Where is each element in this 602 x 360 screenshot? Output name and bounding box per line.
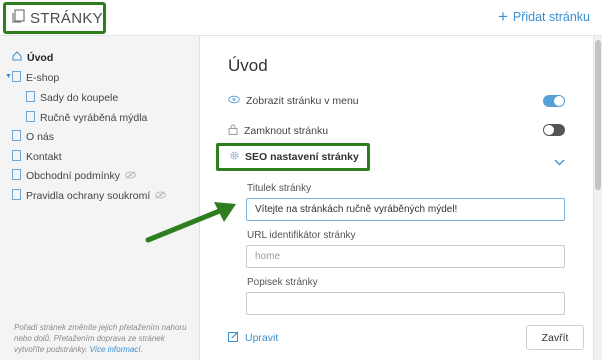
page-icon: [26, 111, 35, 125]
page-icon: [12, 150, 21, 164]
sidebar-hint: Pořadí stránek změníte jejich přetažením…: [14, 322, 194, 355]
close-button[interactable]: Zavřít: [526, 325, 584, 350]
sidebar-item-eshop[interactable]: E-shop: [12, 71, 59, 85]
add-page-label: Přidat stránku: [512, 10, 590, 24]
sidebar-item-label: Sady do koupele: [40, 92, 119, 104]
scrollbar[interactable]: [593, 36, 602, 360]
add-page-button[interactable]: + Přidat stránku: [497, 7, 590, 26]
lock-row: Zamknout stránku: [228, 124, 328, 138]
sidebar-item-kontakt[interactable]: Kontakt: [12, 150, 62, 164]
page-title-field[interactable]: Vítejte na stránkách ručně vyráběných mý…: [246, 198, 565, 221]
edit-icon: [228, 331, 239, 345]
gear-icon: [229, 150, 240, 164]
close-label: Zavřít: [541, 331, 569, 344]
annotation-arrow: [145, 202, 236, 243]
url-field[interactable]: home: [246, 245, 565, 268]
lock-icon: [228, 124, 238, 138]
chevron-down-icon[interactable]: [554, 153, 565, 171]
page-icon: [12, 71, 21, 85]
sidebar-item-mydla[interactable]: Ručně vyráběná mýdla: [26, 111, 147, 125]
edit-button[interactable]: Upravit: [228, 331, 278, 345]
sidebar-item-label: Pravidla ochrany soukromí: [26, 190, 151, 202]
description-field-label: Popisek stránky: [247, 277, 318, 288]
plus-icon: +: [497, 7, 508, 26]
page-title-header: STRÁNKY: [30, 9, 103, 27]
show-in-menu-label: Zobrazit stránku v menu: [246, 95, 359, 107]
show-in-menu-row: Zobrazit stránku v menu: [228, 95, 359, 107]
caret-down-icon[interactable]: ▼: [5, 73, 12, 80]
sidebar-item-label: Obchodní podmínky: [26, 170, 120, 182]
url-placeholder: home: [255, 251, 281, 262]
sidebar-item-label: Úvod: [27, 51, 54, 64]
sidebar-item-sady[interactable]: Sady do koupele: [26, 91, 118, 105]
lock-toggle[interactable]: [543, 124, 565, 136]
scroll-thumb[interactable]: [595, 40, 601, 190]
sidebar-item-uvod[interactable]: Úvod: [12, 51, 53, 64]
pages-icon: [12, 8, 25, 28]
sidebar-item-onas[interactable]: O nás: [12, 130, 54, 144]
url-field-label: URL identifikátor stránky: [247, 230, 356, 241]
more-info-link[interactable]: Více informací.: [89, 345, 142, 354]
sidebar-item-label: Ručně vyráběná mýdla: [40, 112, 148, 124]
edit-label: Upravit: [245, 332, 279, 344]
page-title-value: Vítejte na stránkách ručně vyráběných mý…: [255, 204, 458, 215]
lock-label: Zamknout stránku: [244, 125, 329, 137]
app-header: STRÁNKY + Přidat stránku: [0, 0, 602, 36]
eye-slash-icon: [125, 170, 136, 182]
sidebar-item-label: O nás: [26, 131, 55, 143]
seo-label: SEO nastavení stránky: [245, 151, 359, 163]
sidebar-item-label: Kontakt: [26, 151, 62, 163]
page-title: Úvod: [228, 56, 268, 75]
sidebar-item-podminky[interactable]: Obchodní podmínky: [12, 169, 136, 183]
eye-icon: [228, 95, 240, 107]
page-icon: [12, 189, 21, 203]
page-icon: [12, 169, 21, 183]
home-icon: [12, 51, 22, 64]
show-in-menu-toggle[interactable]: [543, 95, 565, 107]
pages-title-highlight: STRÁNKY: [3, 2, 106, 34]
sidebar-item-label: E-shop: [26, 72, 60, 84]
seo-settings-section[interactable]: SEO nastavení stránky: [216, 143, 370, 171]
page-icon: [12, 130, 21, 144]
page-title-field-label: Titulek stránky: [247, 183, 312, 194]
page-icon: [26, 91, 35, 105]
description-field[interactable]: [246, 292, 565, 315]
